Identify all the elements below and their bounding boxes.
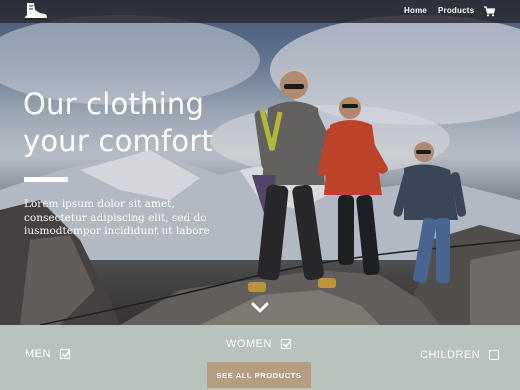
hero-photo-mountaineers [0,0,520,325]
chevron-down-icon[interactable] [251,301,269,315]
category-children-label: CHILDREN [420,349,481,361]
category-men-label: MEN [25,348,51,360]
hero-section: Home Products Our clothing your comfort … [0,0,520,325]
hero-description-line-2: consectetur adipiscing elit, sed do [24,211,207,224]
category-men-filter[interactable]: MEN [25,348,71,360]
see-all-products-button[interactable]: SEE ALL PRODUCTS [207,362,311,388]
headline-line-1: Our clothing [23,87,205,121]
hero-description-line-1: Lorem ipsum dolor sit amet, [24,198,175,210]
hero-description-line-3: iusmodtempor incididunt ut labore [24,225,210,238]
hero-description: Lorem ipsum dolor sit amet, consectetur … [24,198,224,239]
category-men-checkbox[interactable] [59,349,71,359]
nav-home-link[interactable]: Home [404,6,427,15]
nav-products-link[interactable]: Products [438,6,474,15]
checkmark-icon [61,350,71,358]
category-women-checkbox[interactable] [280,339,292,349]
shopping-cart-icon[interactable] [484,6,495,17]
headline-divider [24,177,68,182]
category-children-checkbox[interactable] [489,350,500,360]
hero-headline: Our clothing your comfort [23,86,243,160]
category-children-filter[interactable]: CHILDREN [420,349,500,361]
category-women-filter[interactable]: WOMEN [226,338,292,350]
top-navbar: Home Products [0,0,520,23]
checkmark-icon [282,340,292,348]
headline-line-2: your comfort [23,124,214,158]
hiking-boot-icon[interactable] [22,2,48,21]
category-women-label: WOMEN [226,338,272,350]
